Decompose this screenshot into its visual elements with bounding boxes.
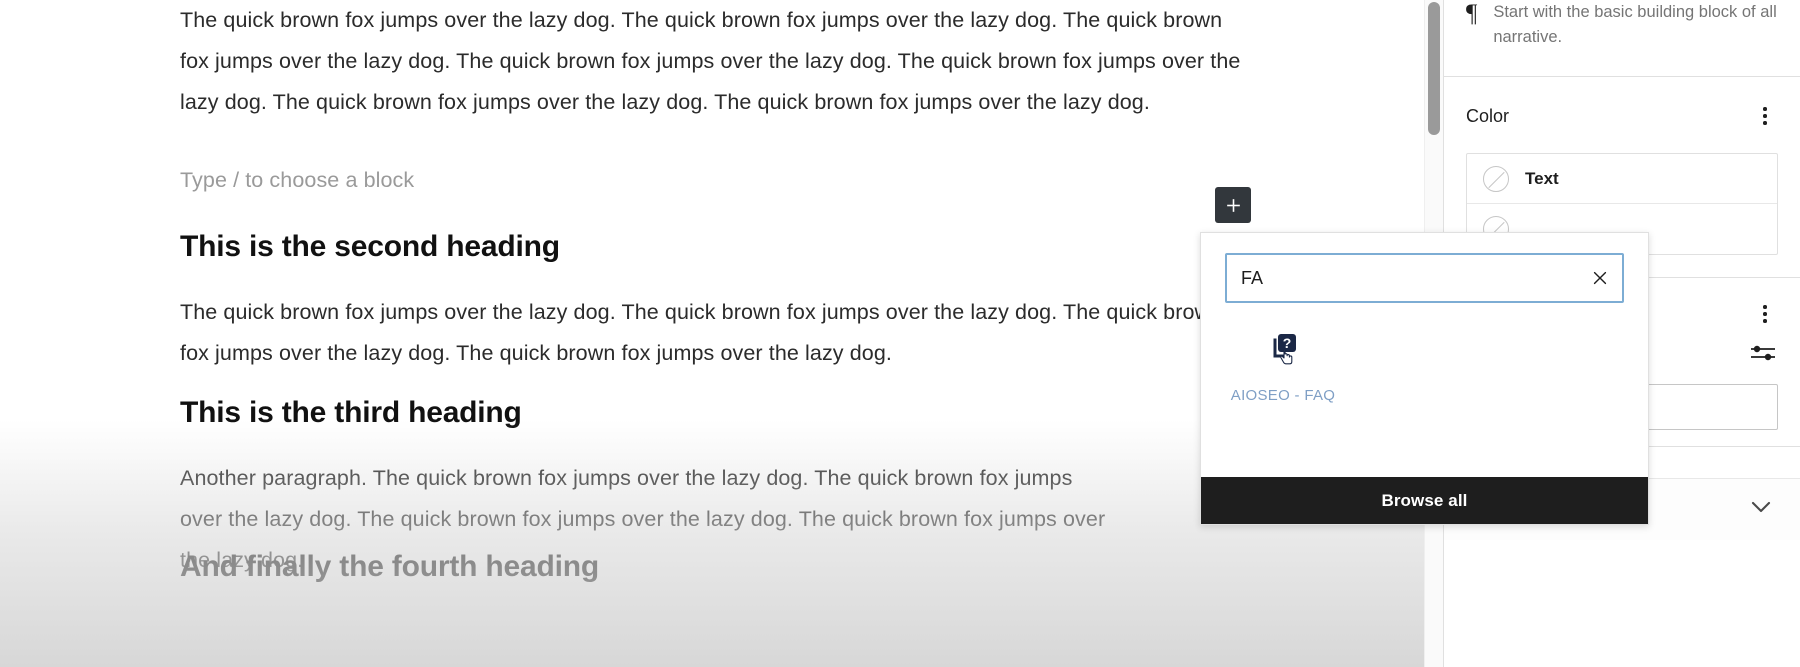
inserter-result-aioseo-faq[interactable]: ? AIOSEO - FAQ	[1225, 325, 1341, 404]
browse-all-button[interactable]: Browse all	[1201, 477, 1648, 524]
heading-block-second[interactable]: This is the second heading	[180, 228, 560, 266]
sliders-settings-icon[interactable]	[1748, 341, 1778, 370]
empty-block-placeholder[interactable]: Type / to choose a block	[180, 160, 414, 201]
block-card: ¶ Start with the basic building block of…	[1444, 0, 1800, 76]
none-diagonal-swatch	[1483, 165, 1509, 192]
heading-block-third[interactable]: This is the third heading	[180, 394, 522, 432]
inserter-result-label: AIOSEO - FAQ	[1230, 387, 1336, 404]
faq-question-mark-icon: ?	[1260, 325, 1306, 371]
block-card-section: ¶ Start with the basic building block of…	[1444, 0, 1800, 77]
inserter-results-grid: ? AIOSEO - FAQ	[1201, 303, 1648, 477]
paragraph-block-2[interactable]: The quick brown fox jumps over the lazy …	[180, 292, 1250, 374]
color-panel-header: Color	[1444, 77, 1800, 153]
ellipsis-vertical-icon[interactable]	[1752, 299, 1778, 329]
close-icon[interactable]	[1578, 255, 1622, 301]
color-option-label: Text	[1525, 168, 1559, 188]
block-card-description: Start with the basic building block of a…	[1493, 3, 1777, 46]
block-inserter-popover: ? AIOSEO - FAQ Browse all	[1200, 232, 1649, 525]
paragraph-pilcrow-icon: ¶	[1466, 0, 1478, 27]
color-option-text[interactable]: Text	[1467, 154, 1777, 204]
search-field-wrapper[interactable]	[1225, 253, 1624, 303]
add-block-button[interactable]	[1215, 187, 1251, 223]
ellipsis-vertical-icon[interactable]	[1752, 101, 1778, 131]
paragraph-block-1[interactable]: The quick brown fox jumps over the lazy …	[180, 0, 1248, 123]
chevron-down-icon[interactable]	[1748, 498, 1774, 521]
inserter-search-area	[1201, 233, 1648, 303]
search-input[interactable]	[1227, 267, 1578, 289]
svg-text:?: ?	[1283, 335, 1292, 351]
plus-icon	[1224, 196, 1243, 215]
color-panel-title: Color	[1466, 105, 1510, 126]
editor-screen: The quick brown fox jumps over the lazy …	[0, 0, 1800, 667]
heading-block-fourth[interactable]: And finally the fourth heading	[180, 548, 599, 586]
editor-scrollbar-thumb[interactable]	[1428, 2, 1440, 135]
